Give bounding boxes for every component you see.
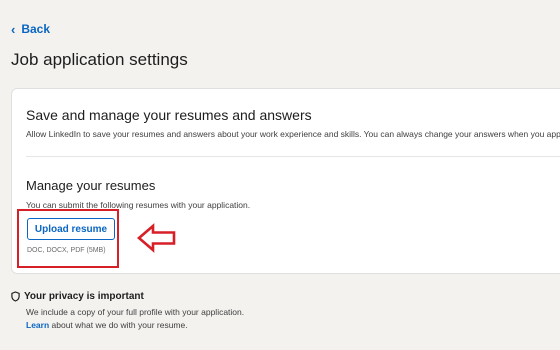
privacy-heading: Your privacy is important	[11, 291, 244, 302]
page: ‹ Back Job application settings Save and…	[0, 0, 560, 350]
divider	[26, 156, 560, 157]
arrow-left-icon	[137, 223, 176, 253]
privacy-line-2: Learn about what we do with your resume.	[26, 319, 244, 332]
learn-more-link[interactable]: Learn	[26, 320, 49, 330]
save-section-title: Save and manage your resumes and answers	[26, 107, 312, 123]
privacy-title: Your privacy is important	[24, 291, 144, 302]
file-types-hint: DOC, DOCX, PDF (5MB)	[27, 247, 106, 254]
chevron-left-icon: ‹	[11, 21, 16, 37]
privacy-line-1: We include a copy of your full profile w…	[26, 307, 245, 317]
save-section-description: Allow LinkedIn to save your resumes and …	[26, 129, 560, 139]
back-link[interactable]: ‹ Back	[11, 22, 50, 36]
privacy-notice: Your privacy is important We include a c…	[11, 291, 244, 332]
back-label: Back	[21, 22, 51, 36]
settings-card: Save and manage your resumes and answers…	[11, 88, 560, 274]
manage-resumes-description: You can submit the following resumes wit…	[26, 200, 251, 210]
privacy-line-2-text: about what we do with your resume.	[49, 320, 188, 330]
upload-resume-button[interactable]: Upload resume	[27, 218, 115, 240]
manage-resumes-title: Manage your resumes	[26, 178, 156, 193]
page-title: Job application settings	[11, 50, 188, 69]
shield-icon	[11, 291, 20, 302]
privacy-text: We include a copy of your full profile w…	[26, 306, 244, 332]
